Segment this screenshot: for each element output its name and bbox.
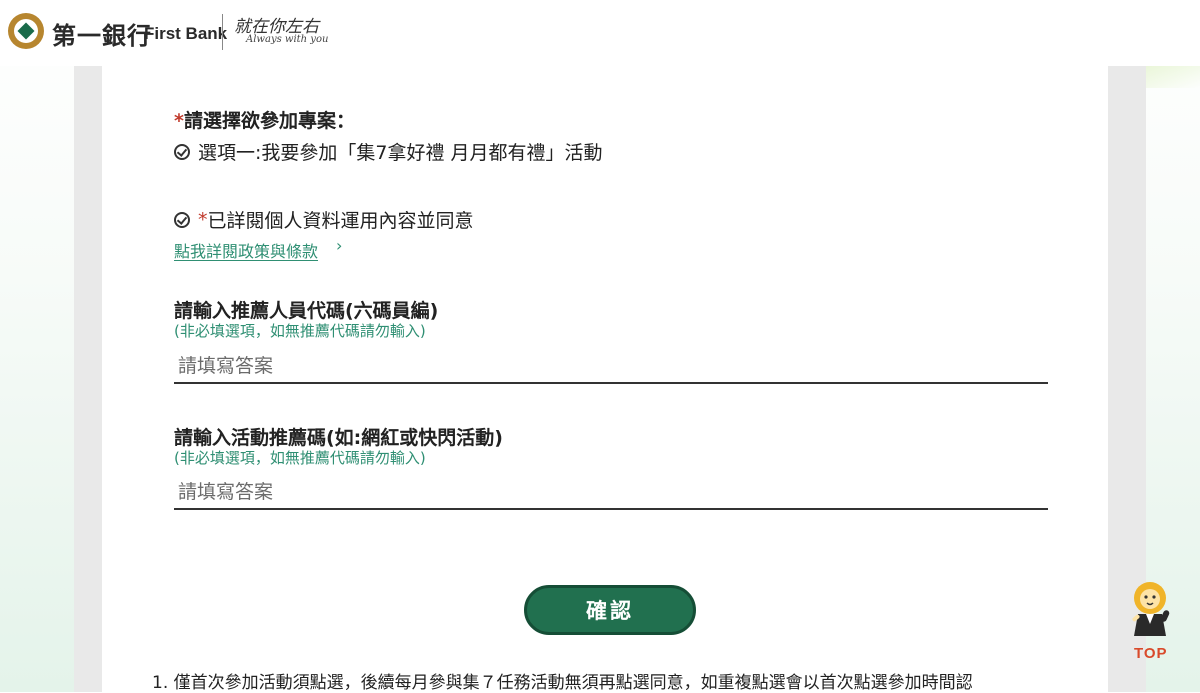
slogan-en: Always with you: [246, 34, 329, 45]
site-header: 第一銀行 First Bank 就在你左右 Always with you: [0, 0, 1200, 66]
first-bank-logo-icon[interactable]: [8, 13, 44, 49]
project-option-1[interactable]: 選項一:我要參加「集7拿好禮 月月都有禮」活動: [174, 138, 603, 165]
brand-divider: [222, 14, 223, 50]
project-question-title: *請選擇欲參加專案：: [174, 106, 355, 133]
promo-code-title: 請輸入活動推薦碼(如:網紅或快閃活動): [174, 427, 503, 449]
consent-label: 已詳閱個人資料運用內容並同意: [207, 210, 474, 232]
project-question-label: 請選擇欲參加專案：: [183, 110, 355, 132]
project-option-label: 選項一:我要參加「集7拿好禮 月月都有禮」活動: [198, 142, 603, 164]
promo-code-input[interactable]: [174, 476, 1048, 510]
referrer-code-input[interactable]: [174, 350, 1048, 384]
brand-name-en[interactable]: First Bank: [144, 24, 227, 44]
chevron-right-icon[interactable]: ›: [336, 236, 342, 255]
consent-option[interactable]: * 已詳閱個人資料運用內容並同意: [174, 206, 474, 233]
decorative-leaf: [1146, 66, 1200, 88]
check-circle-icon[interactable]: [174, 211, 190, 228]
brand-name-cn[interactable]: 第一銀行: [52, 16, 152, 51]
referrer-code-title: 請輸入推薦人員代碼(六碼員編): [174, 300, 439, 322]
note-item-1: 1. 僅首次參加活動須點選，後續每月參與集７任務活動無須再點選同意，如重複點選會…: [152, 673, 973, 693]
required-mark: *: [174, 110, 184, 132]
lion-mascot-icon[interactable]: [1124, 580, 1176, 642]
required-mark: *: [198, 208, 208, 231]
confirm-button[interactable]: 確認: [524, 585, 696, 635]
back-to-top-label[interactable]: TOP: [1134, 645, 1168, 662]
left-gutter: [74, 66, 102, 692]
promo-code-hint: (非必填選項，如無推薦代碼請勿輸入): [174, 449, 426, 467]
check-circle-icon[interactable]: [174, 143, 190, 160]
policy-link[interactable]: 點我詳閱政策與條款: [174, 238, 318, 262]
referrer-code-hint: (非必填選項，如無推薦代碼請勿輸入): [174, 322, 426, 340]
